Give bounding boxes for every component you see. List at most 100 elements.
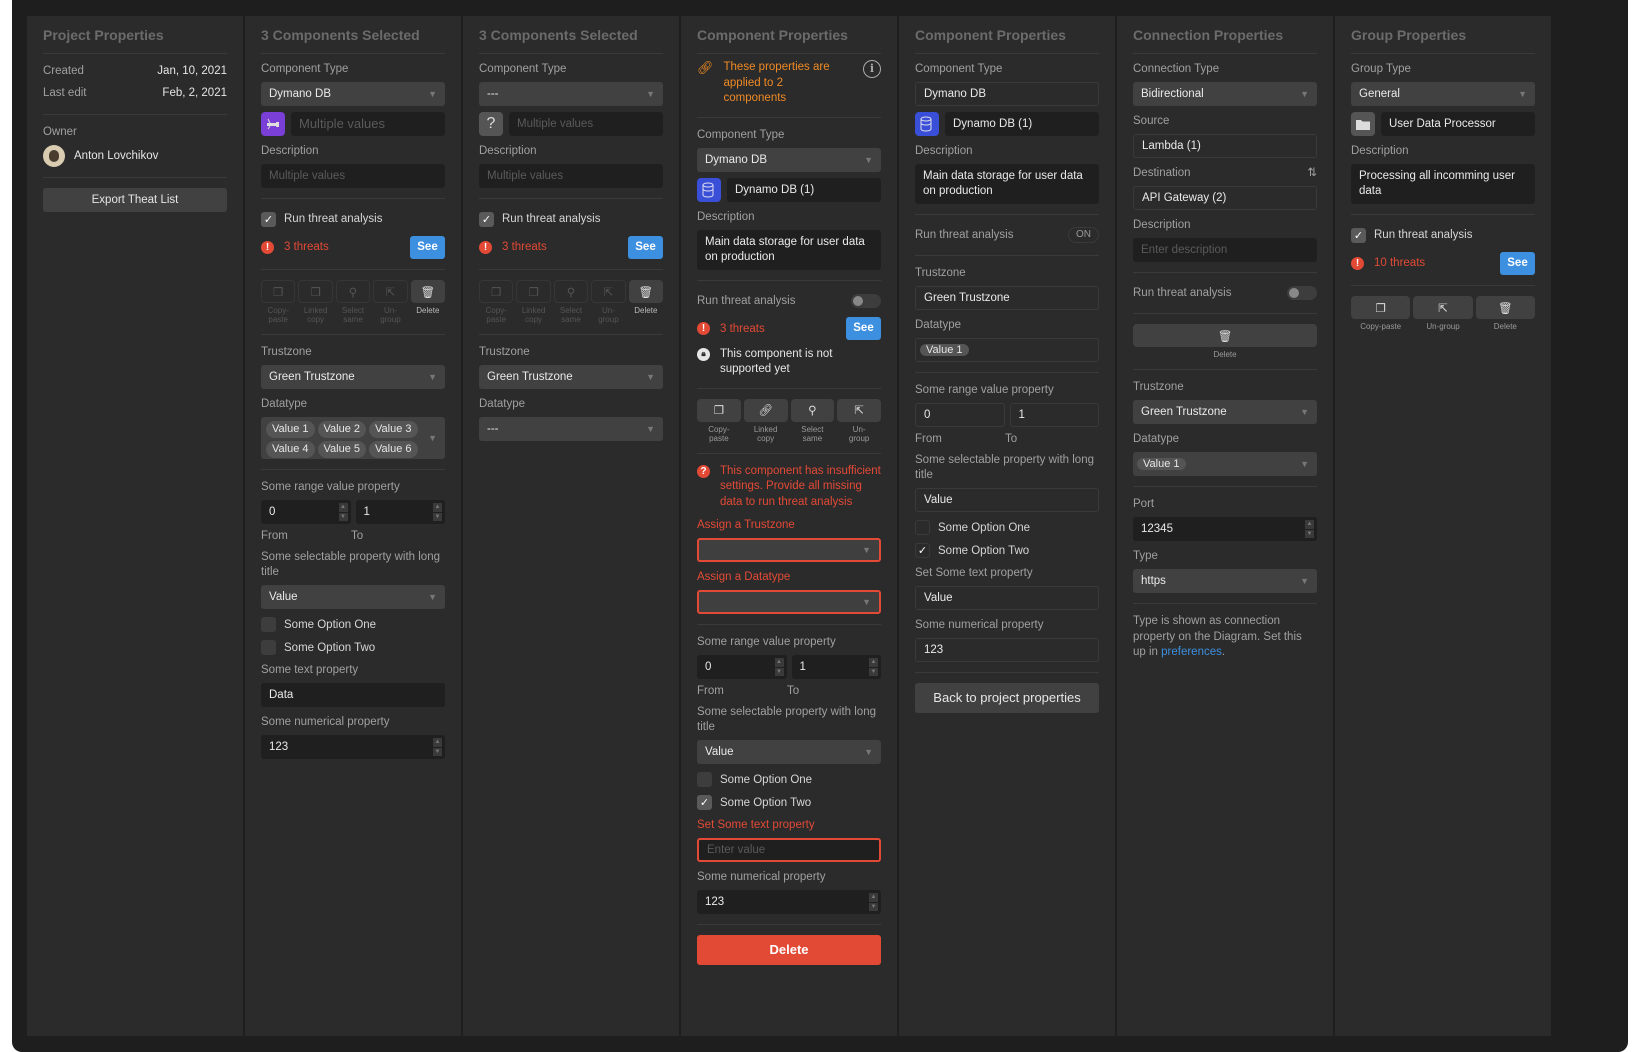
component-name-input[interactable]: Multiple values: [291, 112, 445, 136]
back-to-project-button[interactable]: Back to project properties: [915, 683, 1099, 713]
delete-button[interactable]: 🗑︎ Delete: [410, 280, 446, 324]
datatype-chip[interactable]: Value 6: [369, 441, 418, 458]
linked-copy-button[interactable]: ❐ Linked copy: [516, 280, 551, 324]
trustzone-select[interactable]: Green Trustzone ▼: [261, 365, 445, 389]
ungroup-button[interactable]: ⇱ Un- group: [837, 398, 881, 443]
text-property-field[interactable]: Value: [915, 586, 1099, 610]
copy-paste-button[interactable]: ❐ Copy- paste: [479, 280, 514, 324]
description-textarea[interactable]: Processing all incomming user data: [1351, 164, 1535, 204]
option-two-checkbox[interactable]: ✓: [915, 543, 930, 558]
threat-count[interactable]: 3 threats: [284, 241, 410, 253]
port-input[interactable]: 12345 ▲ ▼: [1133, 517, 1317, 541]
datatype-chip[interactable]: Value 4: [266, 441, 315, 458]
range-from-input[interactable]: 0: [915, 403, 1005, 427]
option-two-checkbox[interactable]: ✓: [697, 795, 712, 810]
run-threat-analysis-checkbox[interactable]: ✓: [261, 211, 276, 227]
destination-field[interactable]: API Gateway (2): [1133, 186, 1317, 210]
component-type-select[interactable]: Dymano DB ▼: [697, 147, 881, 172]
protocol-select[interactable]: https ▼: [1133, 569, 1317, 593]
see-threats-button[interactable]: See: [1500, 251, 1535, 275]
selectable-property-field[interactable]: Value: [915, 488, 1099, 512]
component-name-input[interactable]: Multiple values: [509, 112, 663, 136]
numerical-property-input[interactable]: 123 ▲ ▼: [261, 735, 445, 759]
stepper[interactable]: ▲ ▼: [433, 503, 442, 521]
group-name-input[interactable]: User Data Processor: [1381, 112, 1535, 136]
run-threat-analysis-checkbox[interactable]: ✓: [1351, 227, 1366, 243]
component-name-input[interactable]: Dynamo DB (1): [727, 177, 881, 202]
text-property-input[interactable]: Enter value: [697, 838, 881, 862]
trustzone-select[interactable]: ▼: [697, 538, 881, 562]
selectable-property-select[interactable]: Value ▼: [697, 740, 881, 764]
delete-button[interactable]: 🗑︎ Delete: [1475, 296, 1535, 331]
ungroup-button[interactable]: ⇱ Un- group: [373, 280, 408, 324]
source-field[interactable]: Lambda (1): [1133, 134, 1317, 158]
option-two-checkbox[interactable]: [261, 640, 276, 655]
datatype-field[interactable]: Value 1: [915, 338, 1099, 362]
delete-button[interactable]: 🗑︎ Delete: [628, 280, 664, 324]
see-threats-button[interactable]: See: [628, 235, 663, 259]
run-threat-analysis-toggle[interactable]: [851, 293, 881, 308]
numerical-property-field[interactable]: 123: [915, 638, 1099, 662]
copy-paste-button[interactable]: ❐ Copy- paste: [697, 398, 741, 443]
description-input[interactable]: Multiple values: [261, 164, 445, 188]
selectable-property-select[interactable]: Value ▼: [261, 585, 445, 609]
datatype-chip[interactable]: Value 1: [266, 421, 315, 438]
linked-copy-button[interactable]: ❐ Linked copy: [298, 280, 333, 324]
ungroup-button[interactable]: ⇱ Un-group: [1413, 296, 1473, 331]
copy-paste-button[interactable]: ❐ Copy- paste: [261, 280, 296, 324]
select-same-button[interactable]: ⚲ Select same: [335, 280, 371, 324]
see-threats-button[interactable]: See: [846, 317, 881, 340]
threat-count[interactable]: 3 threats: [502, 241, 628, 253]
trustzone-field[interactable]: Green Trustzone: [915, 286, 1099, 310]
datatype-chip[interactable]: Value 5: [317, 441, 366, 458]
text-property-input[interactable]: Data: [261, 683, 445, 707]
component-type-select[interactable]: --- ▼: [479, 82, 663, 106]
stepper[interactable]: ▲ ▼: [869, 893, 878, 911]
description-input[interactable]: Enter description: [1133, 238, 1317, 262]
range-from-input[interactable]: 0 ▲ ▼: [261, 500, 351, 524]
datatype-chip[interactable]: Value 2: [317, 421, 366, 438]
delete-button[interactable]: 🗑︎ Delete: [1133, 324, 1317, 359]
range-to-input[interactable]: 1 ▲ ▼: [355, 500, 445, 524]
description-textarea[interactable]: Main data storage for user data on produ…: [915, 164, 1099, 204]
stepper[interactable]: ▲ ▼: [433, 738, 442, 756]
stepper[interactable]: ▲ ▼: [869, 658, 878, 676]
connection-type-select[interactable]: Bidirectional ▼: [1133, 82, 1317, 106]
description-input[interactable]: Multiple values: [479, 164, 663, 188]
export-threat-list-button[interactable]: Export Theat List: [43, 188, 227, 212]
see-threats-button[interactable]: See: [410, 235, 445, 259]
component-name-input[interactable]: Dynamo DB (1): [945, 112, 1099, 136]
datatype-select[interactable]: ▼: [697, 590, 881, 614]
range-to-input[interactable]: 1: [1009, 403, 1099, 427]
component-type-field[interactable]: Dymano DB: [915, 82, 1099, 106]
trustzone-select[interactable]: Green Trustzone ▼: [479, 365, 663, 389]
description-textarea[interactable]: Main data storage for user data on produ…: [697, 229, 881, 270]
numerical-property-input[interactable]: 123 ▲ ▼: [697, 890, 881, 914]
datatype-chip[interactable]: Value 1: [1137, 458, 1186, 470]
run-threat-analysis-checkbox[interactable]: ✓: [479, 211, 494, 227]
trustzone-select[interactable]: Green Trustzone ▼: [1133, 400, 1317, 424]
info-icon[interactable]: i: [863, 60, 881, 78]
linked-copy-button[interactable]: 🔗︎ Linked copy: [743, 398, 788, 443]
delete-component-button[interactable]: Delete: [697, 935, 881, 965]
component-type-select[interactable]: Dymano DB ▼: [261, 82, 445, 106]
option-one-checkbox[interactable]: [261, 617, 276, 632]
range-to-input[interactable]: 1 ▲ ▼: [791, 655, 881, 679]
option-one-checkbox[interactable]: [697, 772, 712, 787]
range-from-input[interactable]: 0 ▲ ▼: [697, 655, 787, 679]
datatype-select[interactable]: --- ▼: [479, 417, 663, 441]
threat-count[interactable]: 10 threats: [1374, 257, 1500, 269]
group-type-select[interactable]: General ▼: [1351, 82, 1535, 106]
copy-paste-button[interactable]: ❐ Copy-paste: [1351, 296, 1411, 331]
preferences-link[interactable]: preferences: [1161, 646, 1222, 658]
datatype-chip[interactable]: Value 3: [369, 421, 418, 438]
stepper[interactable]: ▲ ▼: [1305, 520, 1314, 538]
select-same-button[interactable]: ⚲ Select same: [553, 280, 589, 324]
datatype-multiselect[interactable]: Value 1 Value 2 Value 3 Value 4 Value 5 …: [261, 417, 445, 459]
stepper[interactable]: ▲ ▼: [338, 503, 348, 521]
swap-direction-icon[interactable]: ⇅: [1307, 165, 1317, 179]
ungroup-button[interactable]: ⇱ Un- group: [591, 280, 626, 324]
datatype-select[interactable]: Value 1 ▼: [1133, 452, 1317, 476]
stepper[interactable]: ▲ ▼: [774, 658, 784, 676]
option-one-checkbox[interactable]: [915, 520, 930, 535]
